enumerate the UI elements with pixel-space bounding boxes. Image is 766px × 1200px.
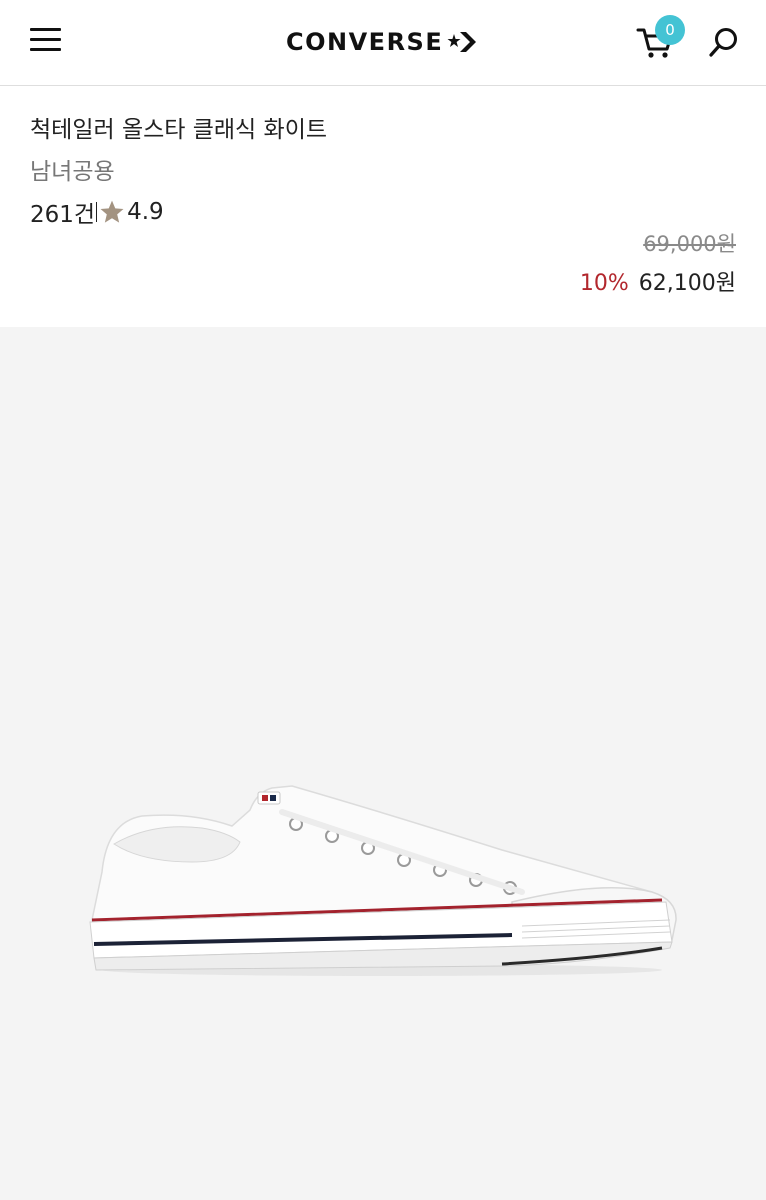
star-icon (100, 200, 124, 223)
sale-price: 62,100원 (638, 271, 736, 296)
product-title: 척테일러 올스타 클래식 화이트 (30, 117, 328, 143)
top-app-bar: CONVERSE 0 (0, 0, 766, 86)
cart-count-badge: 0 (655, 15, 685, 45)
brand-logo-text: CONVERSE (286, 28, 444, 56)
hamburger-menu-icon[interactable] (30, 27, 62, 53)
menu-line (30, 38, 61, 41)
search-icon (709, 28, 737, 57)
product-image-shoe (89, 785, 677, 976)
original-price: 69,000원 (643, 232, 736, 256)
brand-logo[interactable]: CONVERSE (286, 26, 477, 58)
review-count: 261건 (30, 202, 96, 228)
product-info: 척테일러 올스타 클래식 화이트 남녀공용 261건 4.9 69,000원 1… (0, 87, 766, 327)
search-button[interactable] (708, 26, 740, 58)
product-image-area[interactable] (0, 327, 766, 1200)
discount-rate: 10% (579, 271, 629, 296)
product-gender: 남녀공용 (30, 159, 115, 185)
rating-value: 4.9 (127, 199, 164, 225)
converse-star-chevron-icon (447, 32, 477, 52)
review-rating[interactable]: 261건 4.9 (30, 197, 164, 228)
price-row: 10% 62,100원 (580, 269, 736, 299)
rating-divider (96, 202, 98, 222)
menu-line (30, 28, 61, 31)
menu-line (30, 48, 61, 51)
